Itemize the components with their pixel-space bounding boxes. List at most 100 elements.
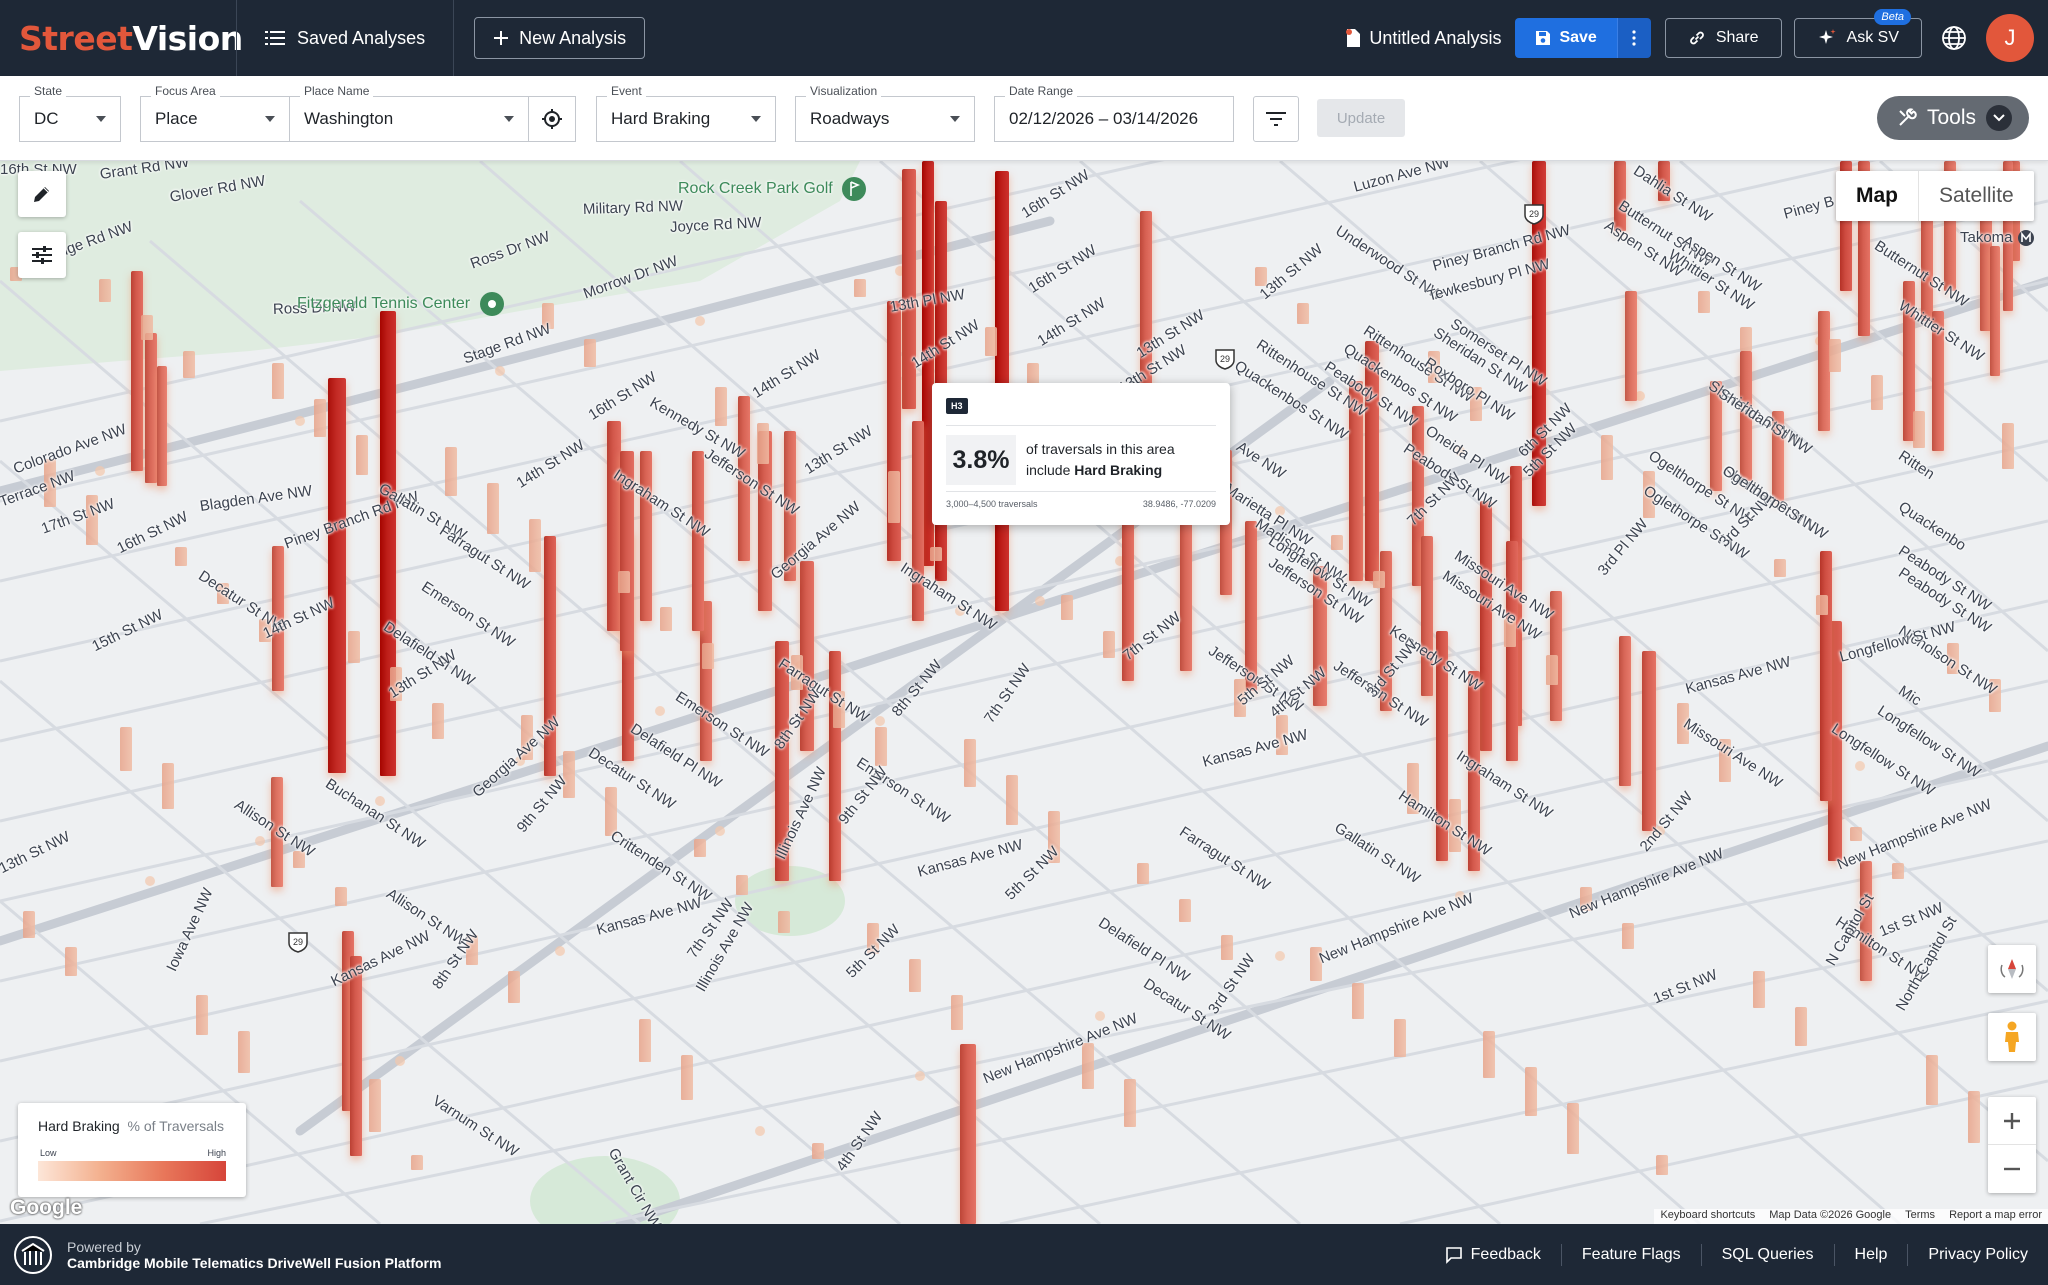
hex-bar: [1619, 636, 1631, 786]
google-logo: Google: [10, 1196, 83, 1219]
plus-icon: [2004, 1112, 2020, 1129]
hex-bar: [328, 378, 346, 773]
satellite-view-button[interactable]: Satellite: [1918, 171, 2034, 221]
draw-tool-button[interactable]: [18, 171, 66, 217]
filter-lines-icon: [1266, 112, 1286, 126]
locate-button[interactable]: [528, 96, 576, 142]
save-button[interactable]: Save: [1515, 18, 1617, 58]
logo-text-street: Street: [19, 18, 133, 58]
hex-bar: [639, 1019, 651, 1062]
place-name-select[interactable]: Place Name Washington: [289, 84, 529, 142]
tooltip-line-2: include Hard Braking: [1026, 460, 1175, 481]
powered-by: Powered by Cambridge Mobile Telematics D…: [67, 1239, 441, 1271]
update-button[interactable]: Update: [1317, 99, 1405, 137]
user-avatar[interactable]: J: [1986, 14, 2034, 62]
hex-bar: [335, 887, 347, 906]
hex-bar: [1625, 291, 1637, 401]
hex-bar: [1137, 863, 1149, 884]
keyboard-shortcuts-link[interactable]: Keyboard shortcuts: [1660, 1209, 1755, 1224]
hex-bar: [141, 315, 153, 340]
state-select[interactable]: State DC: [19, 84, 121, 142]
hex-bar: [1506, 541, 1518, 761]
event-value: Hard Braking: [611, 109, 711, 128]
tools-label: Tools: [1927, 106, 1977, 129]
feature-flags-link[interactable]: Feature Flags: [1560, 1243, 1701, 1266]
sql-queries-link[interactable]: SQL Queries: [1700, 1243, 1834, 1266]
street-view-pegman[interactable]: [1988, 1013, 2036, 1061]
saved-analyses-button[interactable]: Saved Analyses: [237, 0, 453, 76]
tools-icon: [1899, 108, 1917, 126]
layer-settings-button[interactable]: [18, 232, 66, 278]
golf-pin-icon: [842, 177, 867, 201]
report-map-error-link[interactable]: Report a map error: [1949, 1209, 2042, 1224]
focus-area-select[interactable]: Focus Area Place: [140, 84, 290, 142]
hex-bar: [183, 351, 195, 378]
svg-text:29: 29: [1529, 209, 1539, 219]
park-label-rock-creek: Rock Creek Park Golf: [678, 176, 867, 202]
hex-bar: [1480, 501, 1492, 751]
filter-button[interactable]: [1253, 96, 1299, 142]
h3-badge: H3: [946, 398, 968, 414]
legend-gradient: [38, 1161, 226, 1181]
park-label-fitzgerald: Fitzgerald Tennis Center: [297, 291, 505, 317]
rotate-compass-button[interactable]: [1988, 945, 2036, 993]
hex-bar: [660, 607, 672, 631]
zoom-in-button[interactable]: [1988, 1097, 2036, 1145]
route-shield-icon: 29: [288, 932, 308, 953]
route-shield-icon: 29: [1215, 349, 1235, 370]
caret-down-icon: [751, 116, 761, 122]
hex-bar: [529, 519, 541, 572]
tools-button[interactable]: Tools: [1877, 96, 2029, 140]
hex-bar: [1082, 1043, 1094, 1089]
hex-bar: [1373, 571, 1385, 588]
new-analysis-button[interactable]: New Analysis: [474, 17, 646, 59]
streetvision-logo[interactable]: StreetVision: [0, 18, 243, 58]
map-type-toggle: Map Satellite: [1836, 171, 2034, 221]
privacy-policy-link[interactable]: Privacy Policy: [1907, 1243, 2048, 1266]
filter-bar: State DC Focus Area Place Place Name Was…: [0, 76, 2048, 161]
share-button[interactable]: Share: [1664, 18, 1782, 58]
terms-link[interactable]: Terms: [1905, 1209, 1935, 1224]
map-canvas[interactable]: Grant Rd NW Glover Rd NW Military Rd NW Joy…: [0, 161, 2048, 1224]
analysis-title[interactable]: Untitled Analysis: [1345, 28, 1501, 49]
hex-bar: [1601, 435, 1613, 480]
hex-bar: [1421, 536, 1433, 696]
divider: [946, 491, 1216, 492]
hex-bar: [1546, 655, 1558, 685]
zoom-out-button[interactable]: [1988, 1145, 2036, 1193]
feedback-label: Feedback: [1470, 1245, 1541, 1263]
document-icon: [1346, 29, 1361, 47]
hex-bar: [175, 547, 187, 566]
legend-title: Hard Braking % of Traversals: [38, 1118, 224, 1134]
map-view-button[interactable]: Map: [1836, 171, 1918, 221]
hex-bar: [1753, 971, 1765, 1008]
hex-bar: [2002, 423, 2014, 469]
ask-sv-button[interactable]: Ask SV Beta: [1793, 9, 1922, 58]
date-range-field[interactable]: Date Range 02/12/2026 – 03/14/2026: [994, 84, 1234, 142]
hex-bar: [411, 1155, 423, 1170]
hex-bar: [1221, 935, 1233, 960]
list-icon: [265, 31, 285, 45]
more-vertical-icon: [1632, 30, 1636, 46]
globe-icon[interactable]: [1940, 24, 1968, 52]
visualization-select[interactable]: Visualization Roadways: [795, 84, 975, 142]
hex-bar: [1622, 923, 1634, 949]
hex-bar: [702, 643, 714, 669]
hex-bar: [584, 339, 596, 367]
help-link[interactable]: Help: [1833, 1243, 1908, 1266]
tooltip-event-name: Hard Braking: [1074, 462, 1163, 478]
hex-bar: [1179, 899, 1191, 922]
hex-bar: [909, 959, 921, 992]
tooltip-traversals: 3,000–4,500 traversals: [946, 499, 1038, 509]
hex-bar: [1525, 1067, 1537, 1116]
hex-bar: [445, 447, 457, 496]
event-select[interactable]: Event Hard Braking: [596, 84, 776, 142]
feedback-link[interactable]: Feedback: [1425, 1244, 1561, 1266]
map-pin-icon: [479, 292, 504, 316]
legend-title-text: Hard Braking: [38, 1118, 120, 1134]
hex-bar: [1698, 291, 1710, 313]
beta-badge: Beta: [1874, 9, 1911, 25]
svg-text:29: 29: [1220, 354, 1230, 364]
save-options-button[interactable]: [1616, 18, 1651, 58]
hex-bar: [875, 727, 887, 766]
